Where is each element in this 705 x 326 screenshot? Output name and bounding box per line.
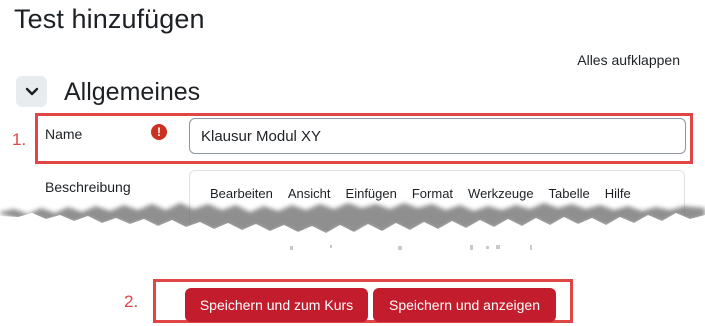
chevron-down-icon — [25, 87, 38, 95]
save-and-display-button[interactable]: Speichern und anzeigen — [373, 288, 556, 322]
section-title: Allgemeines — [64, 78, 201, 106]
section-collapse-toggle[interactable] — [16, 76, 47, 107]
annotation-number-1: 1. — [12, 130, 27, 149]
name-label: Name — [45, 126, 83, 142]
torn-edge-divider — [0, 203, 705, 256]
required-icon: ! — [151, 124, 167, 140]
expand-all-link[interactable]: Alles aufklappen — [577, 52, 680, 68]
annotation-number-2: 2. — [124, 292, 139, 311]
save-and-return-button[interactable]: Speichern und zum Kurs — [185, 288, 368, 322]
name-input[interactable] — [189, 118, 686, 154]
page-title: Test hinzufügen — [14, 4, 205, 34]
